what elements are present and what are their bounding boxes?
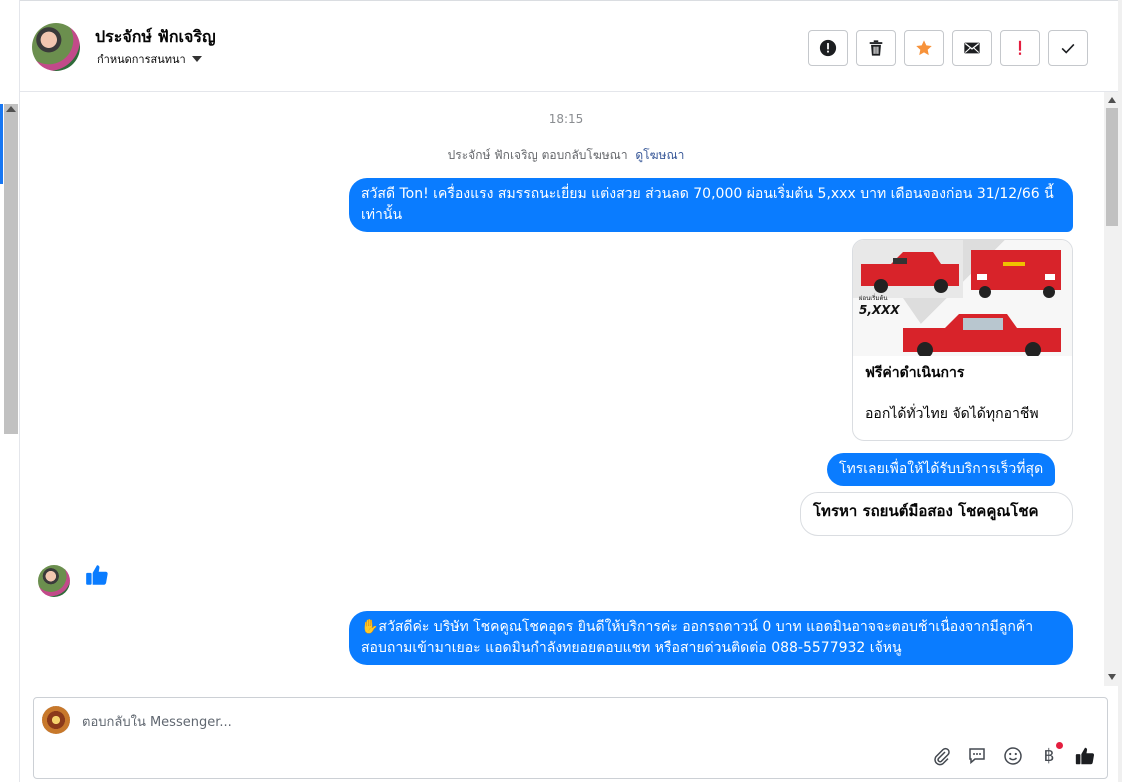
attach-button[interactable] — [929, 744, 953, 768]
paperclip-icon — [934, 747, 950, 766]
notification-dot — [1056, 742, 1063, 749]
outgoing-message[interactable]: โทรเลยเพื่อให้ได้รับบริการเร็วที่สุด — [827, 453, 1056, 486]
saved-reply-button[interactable] — [965, 744, 989, 768]
star-button[interactable] — [904, 30, 944, 66]
assign-conversation-dropdown[interactable]: กำหนดการสนทนา — [97, 50, 202, 68]
scroll-up-arrow[interactable] — [1108, 97, 1116, 103]
thread-scrollbar[interactable] — [1104, 92, 1120, 686]
alert-circle-icon — [819, 39, 837, 57]
contact-small-avatar — [38, 565, 70, 597]
left-scroll-thumb[interactable] — [4, 104, 18, 434]
call-button-message[interactable]: โทรหา รถยนต์มือสอง โชคคูณโชค — [800, 492, 1073, 536]
emoji-icon — [1004, 747, 1022, 765]
view-ad-link[interactable]: ดูโฆษณา — [635, 148, 684, 162]
left-scroll-accent — [0, 104, 3, 184]
message-composer: ฿ — [33, 697, 1108, 779]
ad-card-image[interactable]: ผ่อนเริ่มต้น 5,XXX — [853, 240, 1072, 358]
message-thread: 18:15 ประจักษ์ ฟักเจริญ ตอบกลับโฆษณา ดูโ… — [20, 92, 1120, 686]
star-icon — [916, 40, 932, 56]
conversation-header: ประจักษ์ ฟักเจริญ กำหนดการสนทนา — [20, 0, 1118, 92]
page-avatar — [42, 706, 70, 734]
emoji-button[interactable] — [1001, 744, 1025, 768]
send-like-button[interactable] — [1073, 744, 1097, 768]
exclamation-icon — [1018, 40, 1022, 55]
scroll-down-arrow[interactable] — [1108, 674, 1116, 680]
composer-toolbar: ฿ — [929, 742, 1097, 768]
mark-unread-button[interactable] — [952, 30, 992, 66]
ad-reply-notice: ประจักษ์ ฟักเจริญ ตอบกลับโฆษณา ดูโฆษณา — [20, 146, 1112, 165]
thread-scroll-thumb[interactable] — [1106, 108, 1118, 226]
thumbs-up-icon — [84, 562, 110, 592]
reply-input[interactable] — [82, 712, 1082, 732]
outgoing-message[interactable]: สวัสดี Ton! เครื่องแรง สมรรถนะเยี่ยม แต่… — [349, 178, 1073, 232]
assign-conversation-label: กำหนดการสนทนา — [97, 53, 186, 66]
ad-card-description: ออกได้ทั่วไทย จัดได้ทุกอาชีพ — [865, 406, 1039, 422]
follow-up-button[interactable] — [1000, 30, 1040, 66]
ad-card-title: ฟรีค่าดำเนินการ — [865, 365, 965, 381]
message-timestamp: 18:15 — [548, 112, 584, 126]
payment-button[interactable]: ฿ — [1037, 742, 1063, 768]
outgoing-message[interactable]: ✋สวัสดีค่ะ บริษัท โชคคูณโชคอุดร ยินดีให้… — [349, 611, 1073, 665]
left-scroll-up-arrow[interactable] — [6, 106, 16, 112]
envelope-icon — [964, 42, 980, 54]
ad-reply-text: ประจักษ์ ฟักเจริญ ตอบกลับโฆษณา — [447, 148, 628, 162]
done-button[interactable] — [1048, 30, 1088, 66]
red-pickup-truck-image: ผ่อนเริ่มต้น 5,XXX — [853, 240, 1061, 358]
baht-icon: ฿ — [1043, 746, 1055, 766]
contact-avatar[interactable] — [32, 23, 80, 71]
check-icon — [1061, 43, 1075, 54]
saved-reply-icon — [969, 748, 985, 765]
left-panel-scrollbar[interactable] — [0, 0, 20, 782]
spam-button[interactable] — [808, 30, 848, 66]
ad-image-caption: ผ่อนเริ่มต้น — [859, 294, 887, 302]
delete-button[interactable] — [856, 30, 896, 66]
caret-down-icon — [191, 56, 202, 62]
contact-name[interactable]: ประจักษ์ ฟักเจริญ — [95, 25, 216, 50]
trash-icon — [869, 40, 883, 56]
ad-image-price-badge: 5,XXX — [859, 303, 900, 317]
ad-card[interactable]: ผ่อนเริ่มต้น 5,XXX ฟรีค่าดำเนินการ ออกได… — [852, 239, 1073, 441]
thumbs-up-icon — [1075, 747, 1095, 765]
